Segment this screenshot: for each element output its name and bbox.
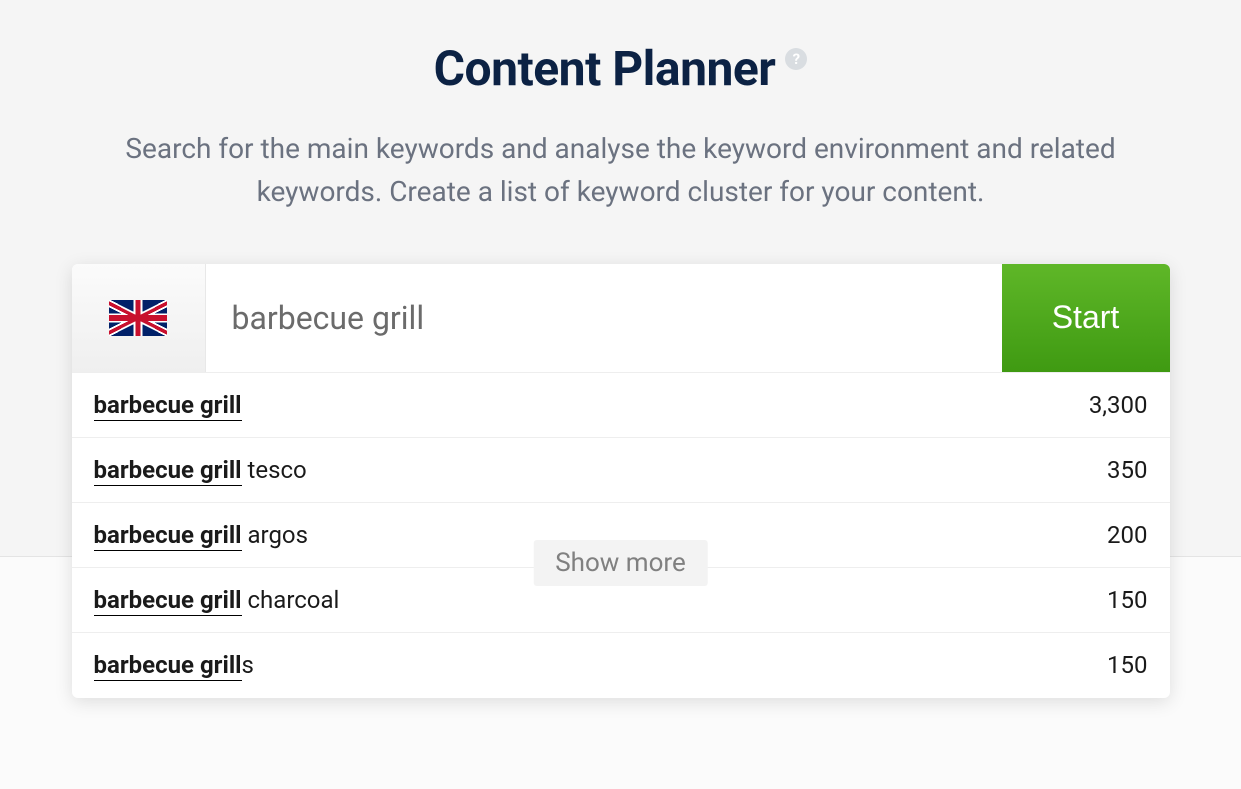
- show-more-button[interactable]: Show more: [533, 540, 708, 586]
- suggestion-count: 150: [1107, 586, 1147, 614]
- page-subtitle: Search for the main keywords and analyse…: [101, 127, 1141, 214]
- suggestion-text: barbecue grill tesco: [94, 456, 307, 484]
- suggestion-suffix: s: [242, 651, 254, 679]
- suggestion-match: barbecue grill: [94, 586, 242, 616]
- suggestion-text: barbecue grill argos: [94, 521, 309, 549]
- suggestion-text: barbecue grill charcoal: [94, 586, 340, 614]
- search-card: Start barbecue grill 3,300 barbecue gril…: [72, 264, 1170, 698]
- suggestion-count: 200: [1107, 521, 1147, 549]
- suggestion-match: barbecue grill: [94, 521, 242, 551]
- country-selector[interactable]: [72, 264, 206, 372]
- keyword-search-input[interactable]: [206, 264, 1002, 372]
- suggestion-match: barbecue grill: [94, 651, 242, 681]
- search-bar: Start: [72, 264, 1170, 372]
- suggestion-text: barbecue grill: [94, 391, 242, 419]
- suggestion-match: barbecue grill: [94, 391, 242, 421]
- suggestion-text: barbecue grills: [94, 651, 254, 679]
- suggestion-match: barbecue grill: [94, 456, 242, 486]
- start-button[interactable]: Start: [1002, 264, 1170, 372]
- uk-flag-icon: [109, 300, 167, 336]
- content-planner-page: Content Planner ? Search for the main ke…: [0, 0, 1241, 698]
- help-icon[interactable]: ?: [785, 48, 807, 70]
- suggestion-count: 3,300: [1089, 391, 1148, 419]
- suggestion-count: 350: [1107, 456, 1147, 484]
- suggestion-row[interactable]: barbecue grill tesco 350: [72, 438, 1170, 503]
- suggestion-count: 150: [1107, 651, 1147, 679]
- page-title: Content Planner: [434, 40, 776, 97]
- title-row: Content Planner ?: [434, 40, 808, 97]
- suggestion-row[interactable]: barbecue grill 3,300: [72, 373, 1170, 438]
- suggestion-suffix: charcoal: [242, 586, 340, 614]
- suggestion-suffix: argos: [242, 521, 308, 549]
- suggestion-row[interactable]: barbecue grills 150: [72, 633, 1170, 698]
- suggestion-suffix: tesco: [242, 456, 307, 484]
- suggestion-list: barbecue grill 3,300 barbecue grill tesc…: [72, 372, 1170, 698]
